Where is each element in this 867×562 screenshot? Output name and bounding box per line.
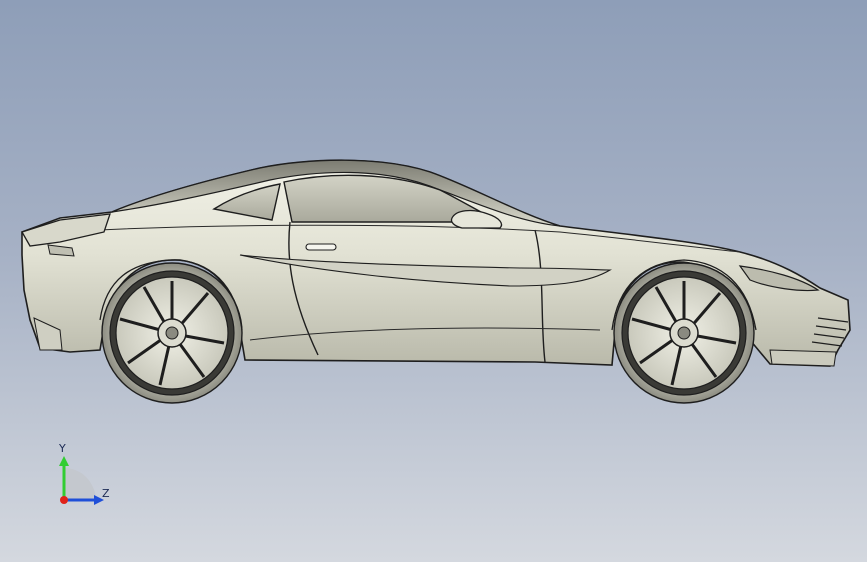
graphics-viewport[interactable]: Y Z [0, 0, 867, 562]
car-model[interactable] [0, 0, 867, 562]
orientation-triad[interactable]: Y Z [44, 440, 124, 510]
x-axis-origin-icon [60, 496, 68, 504]
axis-z-label: Z [102, 487, 110, 500]
triad-plane [64, 468, 96, 500]
axis-y-label: Y [59, 442, 66, 455]
door-handle [305, 243, 337, 251]
front-splitter [769, 349, 837, 367]
rear-wheel [101, 262, 243, 404]
front-wheel [613, 262, 755, 404]
y-axis-arrow-icon [59, 456, 69, 466]
triad-graphic [59, 456, 104, 505]
